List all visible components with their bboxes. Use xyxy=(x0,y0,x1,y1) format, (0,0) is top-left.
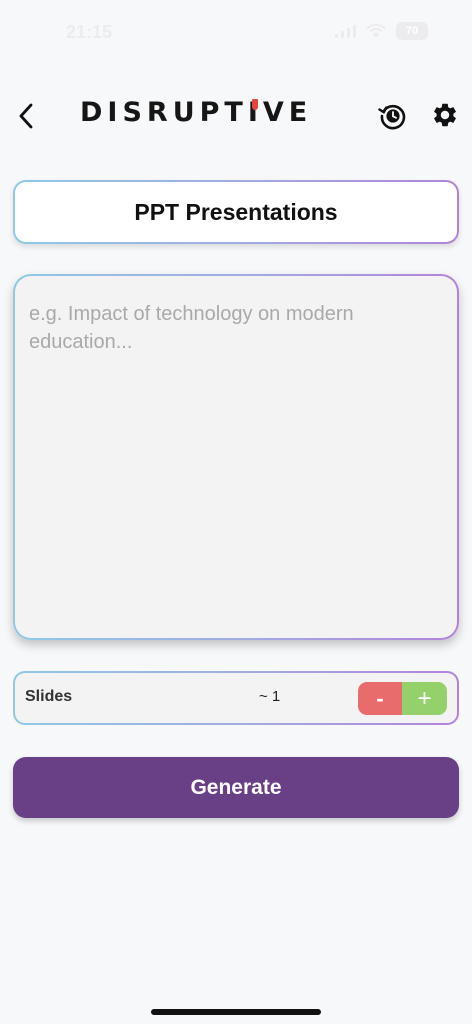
logo-text-start: DISRUPT xyxy=(80,97,248,128)
status-bar: 21:15 70 xyxy=(0,0,472,64)
increment-slides-button[interactable]: + xyxy=(402,682,447,715)
page-title-card-inner: PPT Presentations xyxy=(15,182,457,242)
slides-count: ~ 1 xyxy=(259,688,281,705)
slides-row: Slides ~ 1 - + xyxy=(13,671,459,725)
slides-stepper: - + xyxy=(358,682,447,715)
history-button[interactable] xyxy=(378,101,408,131)
home-indicator xyxy=(151,1009,321,1015)
wifi-icon xyxy=(366,23,386,38)
app-logo: DISRUPTI VE xyxy=(80,96,312,130)
page-title: PPT Presentations xyxy=(134,198,338,225)
logo-pencil-i: I xyxy=(248,97,263,128)
settings-button[interactable] xyxy=(431,101,459,129)
back-button[interactable] xyxy=(12,100,40,132)
topic-input-card xyxy=(13,274,459,640)
decrement-slides-button[interactable]: - xyxy=(358,682,402,715)
logo-text-end: VE xyxy=(262,97,313,128)
topic-input-card-inner xyxy=(15,276,457,638)
history-icon xyxy=(378,104,406,130)
gear-icon xyxy=(434,103,456,127)
signal-icon xyxy=(335,25,356,38)
generate-button[interactable]: Generate xyxy=(13,757,459,818)
topic-input[interactable] xyxy=(15,276,457,638)
slides-row-inner: Slides ~ 1 - + xyxy=(15,673,457,723)
slides-label: Slides xyxy=(25,688,73,705)
status-time: 21:15 xyxy=(66,22,113,42)
battery-indicator: 70 xyxy=(396,22,428,40)
page-title-card: PPT Presentations xyxy=(13,180,459,244)
logo-pencil-tip xyxy=(252,99,259,110)
chevron-left-icon xyxy=(19,103,33,129)
status-icons: 70 xyxy=(334,22,428,40)
